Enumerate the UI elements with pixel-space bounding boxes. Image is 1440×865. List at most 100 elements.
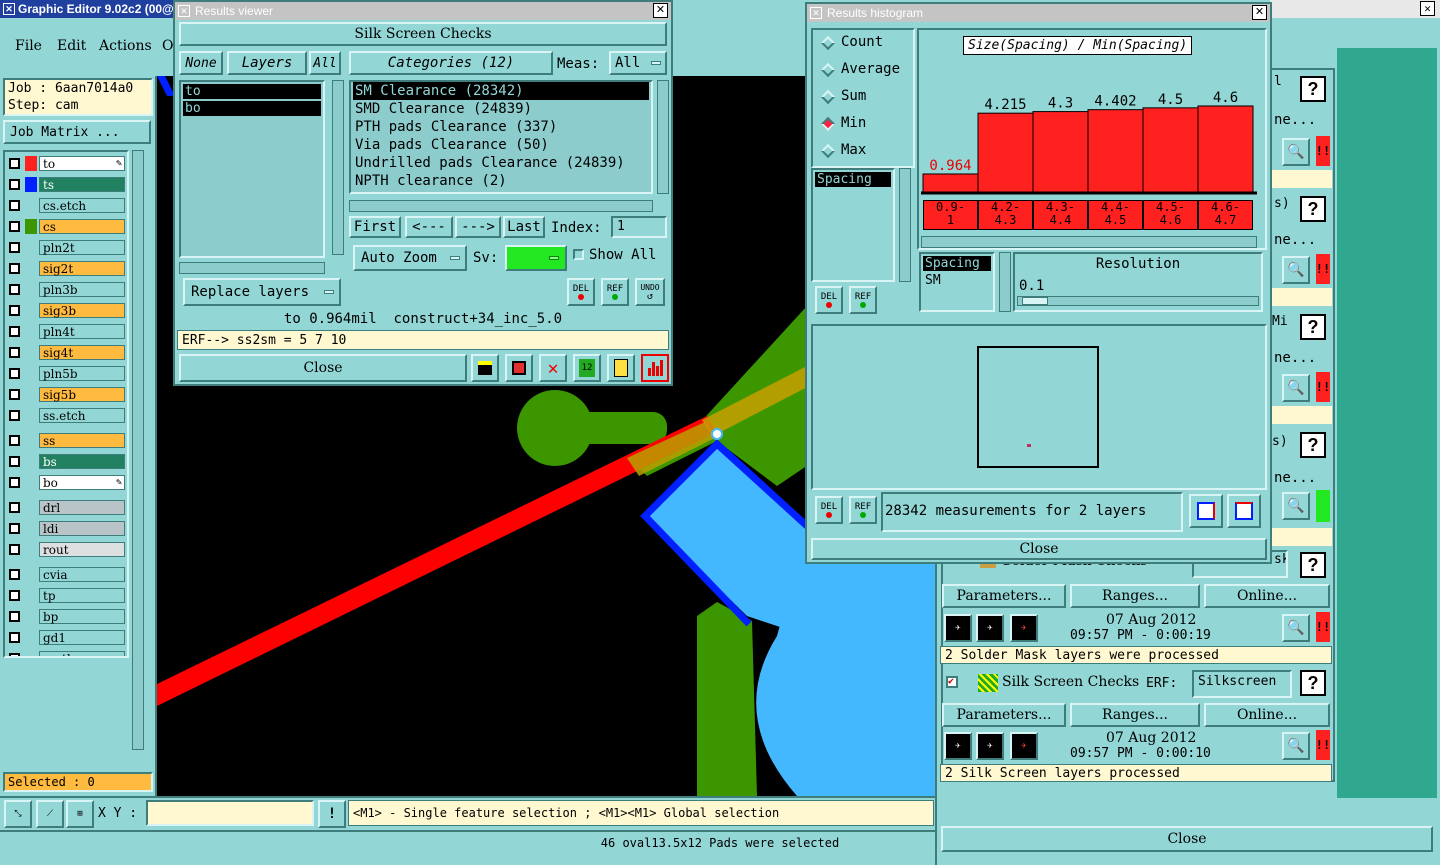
category-item[interactable]: SM Clearance (28342): [353, 82, 649, 100]
pad-tool-icon[interactable]: [471, 354, 499, 382]
spacing-list[interactable]: Spacing SM: [919, 252, 995, 312]
measure-list[interactable]: Spacing: [811, 168, 895, 282]
resolution-slider-thumb[interactable]: [1022, 297, 1048, 305]
layer-name[interactable]: ts: [39, 177, 125, 192]
numbered-list-icon[interactable]: 12: [573, 354, 601, 382]
silk-screen-parameters-button[interactable]: Parameters...: [942, 703, 1066, 727]
show-all-checkbox[interactable]: [573, 249, 584, 260]
xy-input[interactable]: [146, 800, 314, 826]
layer-checkbox[interactable]: [9, 263, 20, 274]
silk-screen-ranges-button[interactable]: Ranges...: [1070, 703, 1200, 727]
layer-name[interactable]: sig5b: [39, 387, 125, 402]
layer-row-cvia[interactable]: cvia: [9, 567, 125, 582]
help-icon-4[interactable]: ?: [1300, 432, 1326, 458]
bin-range-label[interactable]: 4.6- 4.7: [1198, 200, 1253, 230]
layer-name[interactable]: gd1: [39, 630, 125, 645]
categories-button[interactable]: Categories (12): [349, 51, 553, 75]
help-icon-1[interactable]: ?: [1300, 76, 1326, 102]
histogram-close-button[interactable]: Close: [811, 538, 1267, 560]
histogram-bar[interactable]: [1142, 107, 1199, 193]
layer-row-pln2t[interactable]: pln2t: [9, 240, 125, 255]
layer-name[interactable]: cvia: [39, 567, 125, 582]
sm-item[interactable]: SM: [923, 273, 991, 288]
layer-row-drl[interactable]: drl: [9, 500, 125, 515]
layer-name[interactable]: ldi: [39, 521, 125, 536]
bin-range-label[interactable]: 4.2- 4.3: [978, 200, 1033, 230]
resolution-slider[interactable]: [1017, 296, 1259, 306]
chart-hscroll[interactable]: [921, 236, 1257, 248]
layer-row-sig2t[interactable]: sig2t: [9, 261, 125, 276]
zoom-icon-4[interactable]: 🔍: [1282, 492, 1310, 520]
help-icon-2[interactable]: ?: [1300, 196, 1326, 222]
radio-diamond-icon[interactable]: [820, 35, 836, 51]
mode-radio-sum[interactable]: Sum: [819, 88, 909, 108]
help-icon-3[interactable]: ?: [1300, 314, 1326, 340]
mode-radio-average[interactable]: Average: [819, 61, 909, 81]
layer-checkbox[interactable]: [9, 221, 20, 232]
next-button[interactable]: --->: [455, 216, 501, 238]
layer-checkbox[interactable]: [9, 410, 20, 421]
menu-file[interactable]: File: [15, 38, 42, 54]
solder-mask-zoom-icon[interactable]: 🔍: [1282, 614, 1310, 642]
layers-button[interactable]: Layers: [227, 51, 307, 75]
layer-result-to[interactable]: to: [183, 84, 321, 99]
layer-checkbox[interactable]: [9, 523, 20, 534]
layer-row-bo[interactable]: bo ✎: [9, 475, 125, 490]
histogram-bar[interactable]: [922, 173, 979, 193]
layer-checkbox[interactable]: [9, 305, 20, 316]
layer-checkbox[interactable]: [9, 200, 20, 211]
layer-checkbox[interactable]: [9, 653, 20, 656]
menu-actions[interactable]: Actions: [99, 38, 152, 54]
radio-diamond-icon[interactable]: [820, 143, 836, 159]
exclude-icon[interactable]: ✕: [539, 354, 567, 382]
histogram-close-icon[interactable]: ✕: [1252, 5, 1267, 20]
layer-name[interactable]: bp: [39, 609, 125, 624]
layer-name[interactable]: tp: [39, 588, 125, 603]
last-button[interactable]: Last: [503, 216, 545, 238]
layer-name[interactable]: pln2t: [39, 240, 125, 255]
layer-name[interactable]: sig2t: [39, 261, 125, 276]
ref-icon[interactable]: REF: [601, 278, 629, 306]
meas-dropdown[interactable]: All: [609, 51, 667, 75]
report-icon[interactable]: [505, 354, 533, 382]
zoom-icon-3[interactable]: 🔍: [1282, 374, 1310, 402]
layer-row-tp[interactable]: tp: [9, 588, 125, 603]
zoom-fit-icon[interactable]: ⤡: [4, 800, 32, 828]
mode-radio-min[interactable]: Min: [819, 115, 909, 135]
layer-name[interactable]: rout: [39, 542, 125, 557]
layer-name[interactable]: mpth: [39, 651, 125, 656]
solder-mask-run-all-icon[interactable]: ✈: [976, 614, 1004, 642]
histogram-bar[interactable]: [1087, 109, 1144, 193]
measure-tool-icon[interactable]: ⟋: [36, 800, 64, 828]
layer-checkbox[interactable]: [9, 435, 20, 446]
menu-edit[interactable]: Edit: [57, 38, 86, 54]
layer-checkbox[interactable]: [9, 326, 20, 337]
histogram-icon[interactable]: [641, 354, 669, 382]
radio-diamond-icon[interactable]: [820, 62, 836, 78]
category-list[interactable]: SM Clearance (28342) SMD Clearance (24839…: [349, 80, 653, 194]
solder-mask-run-stop-icon[interactable]: ✈: [1010, 614, 1038, 642]
zoom-icon-1[interactable]: 🔍: [1282, 138, 1310, 166]
layer-checkbox[interactable]: [9, 242, 20, 253]
layer-checkbox[interactable]: [9, 611, 20, 622]
spacing-item[interactable]: Spacing: [923, 256, 991, 271]
layer-row-pln4t[interactable]: pln4t: [9, 324, 125, 339]
solder-mask-ranges-button[interactable]: Ranges...: [1070, 584, 1200, 608]
histogram-ref-icon-bottom[interactable]: REF: [849, 496, 877, 524]
layer-checkbox[interactable]: [9, 590, 20, 601]
silk-screen-run-all-icon[interactable]: ✈: [976, 732, 1004, 760]
layer-name[interactable]: pln5b: [39, 366, 125, 381]
settings-chart-icon[interactable]: [1227, 494, 1261, 528]
results-viewer-close-icon[interactable]: ✕: [653, 3, 668, 18]
layer-result-hscroll[interactable]: [179, 262, 325, 274]
notes-icon[interactable]: [607, 354, 635, 382]
layer-name[interactable]: pln4t: [39, 324, 125, 339]
layer-row-cs[interactable]: cs: [9, 219, 125, 234]
bin-range-label[interactable]: 0.9- 1: [923, 200, 978, 230]
layer-checkbox[interactable]: [9, 368, 20, 379]
layer-color-swatch[interactable]: [25, 156, 37, 171]
layer-row-to[interactable]: to ✎: [9, 156, 125, 171]
layer-row-ldi[interactable]: ldi: [9, 521, 125, 536]
category-item[interactable]: Undrilled pads Clearance (24839): [353, 154, 649, 172]
zoom-icon-2[interactable]: 🔍: [1282, 256, 1310, 284]
